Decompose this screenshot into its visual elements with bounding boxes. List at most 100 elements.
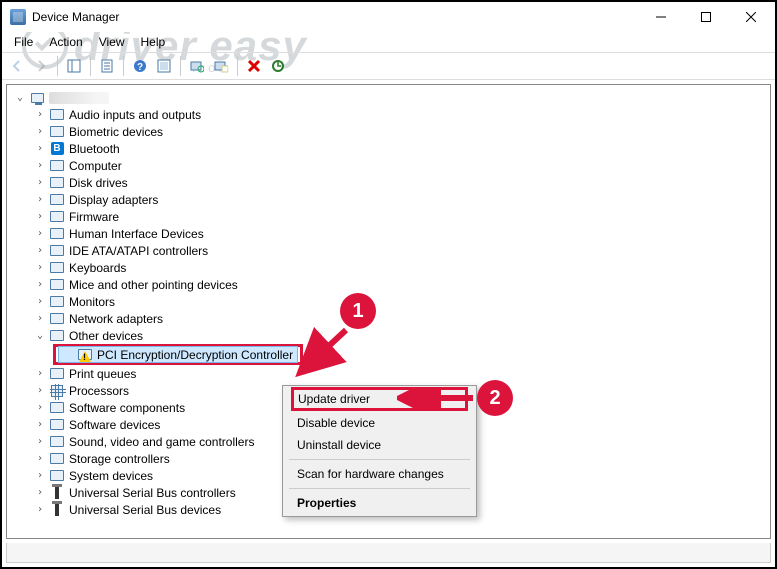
menu-separator <box>289 459 470 460</box>
tree-root[interactable]: ⌄ <box>13 89 770 106</box>
category-icon <box>49 328 65 344</box>
expand-icon[interactable]: › <box>33 176 47 190</box>
properties-button[interactable] <box>96 55 118 77</box>
expand-icon[interactable]: › <box>33 227 47 241</box>
annotation-bubble-2: 2 <box>477 380 513 416</box>
annotation-arrow-2 <box>397 390 477 410</box>
tree-category-human-interface-devices[interactable]: › Human Interface Devices <box>33 225 770 242</box>
category-label: Firmware <box>69 210 119 224</box>
expand-icon[interactable]: › <box>33 261 47 275</box>
action-button[interactable] <box>153 55 175 77</box>
menubar: File Action View Help <box>2 32 775 52</box>
expand-icon[interactable]: › <box>33 244 47 258</box>
maximize-button[interactable] <box>683 3 728 31</box>
tree-category-biometric-devices[interactable]: › Biometric devices <box>33 123 770 140</box>
annotation-label-1: 1 <box>352 300 363 323</box>
uninstall-button[interactable] <box>243 55 265 77</box>
expand-icon[interactable]: › <box>33 193 47 207</box>
tree-category-display-adapters[interactable]: › Display adapters <box>33 191 770 208</box>
category-icon <box>49 434 65 450</box>
highlight-box-1: › PCI Encryption/Decryption Controller <box>53 344 303 365</box>
category-label: Biometric devices <box>69 125 163 139</box>
expand-icon[interactable]: › <box>33 312 47 326</box>
expand-icon[interactable]: › <box>33 142 47 156</box>
annotation-label-2: 2 <box>489 387 500 410</box>
tree-category-network-adapters[interactable]: › Network adapters <box>33 310 770 327</box>
collapse-icon[interactable]: ⌄ <box>13 91 27 105</box>
tree-device-pci-encryption[interactable]: › PCI Encryption/Decryption Controller <box>58 346 298 363</box>
category-label: Monitors <box>69 295 115 309</box>
category-icon <box>49 311 65 327</box>
category-icon <box>49 451 65 467</box>
expand-icon[interactable]: › <box>33 452 47 466</box>
tree-category-ide-ata-atapi-controllers[interactable]: › IDE ATA/ATAPI controllers <box>33 242 770 259</box>
expand-icon[interactable]: › <box>33 486 47 500</box>
tree-category-audio-inputs-and-outputs[interactable]: › Audio inputs and outputs <box>33 106 770 123</box>
computer-icon <box>29 90 45 106</box>
category-label: Display adapters <box>69 193 158 207</box>
expand-icon[interactable]: › <box>33 435 47 449</box>
toolbar-separator <box>57 56 58 76</box>
tree-category-monitors[interactable]: › Monitors <box>33 293 770 310</box>
tree-category-other-devices[interactable]: ⌄ Other devices <box>33 327 770 344</box>
category-label: System devices <box>69 469 153 483</box>
tree-category-bluetooth[interactable]: › B Bluetooth <box>33 140 770 157</box>
menu-properties[interactable]: Properties <box>285 492 474 514</box>
expand-icon[interactable]: › <box>33 278 47 292</box>
expand-icon[interactable]: › <box>33 418 47 432</box>
menu-action[interactable]: Action <box>41 33 90 51</box>
category-icon <box>49 124 65 140</box>
menu-disable-device[interactable]: Disable device <box>285 412 474 434</box>
tree-category-computer[interactable]: › Computer <box>33 157 770 174</box>
expand-icon[interactable]: › <box>33 210 47 224</box>
expand-icon[interactable]: › <box>33 108 47 122</box>
scan-hardware-button[interactable] <box>186 55 208 77</box>
category-label: Keyboards <box>69 261 126 275</box>
update-driver-button[interactable] <box>267 55 289 77</box>
tree-category-mice-and-other-pointing-devices[interactable]: › Mice and other pointing devices <box>33 276 770 293</box>
toolbar-separator <box>123 56 124 76</box>
expand-icon[interactable]: › <box>33 367 47 381</box>
tree-category-firmware[interactable]: › Firmware <box>33 208 770 225</box>
svg-text:?: ? <box>137 62 143 73</box>
tree-category-keyboards[interactable]: › Keyboards <box>33 259 770 276</box>
category-icon <box>49 383 65 399</box>
menu-view[interactable]: View <box>91 33 133 51</box>
category-icon <box>49 158 65 174</box>
category-label: Universal Serial Bus controllers <box>69 486 236 500</box>
expand-icon[interactable]: › <box>33 125 47 139</box>
expand-icon[interactable]: › <box>33 469 47 483</box>
collapse-icon[interactable]: ⌄ <box>33 329 47 343</box>
category-label: IDE ATA/ATAPI controllers <box>69 244 208 258</box>
category-icon <box>49 226 65 242</box>
minimize-button[interactable] <box>638 3 683 31</box>
category-icon <box>49 260 65 276</box>
titlebar: Device Manager <box>2 2 775 32</box>
category-icon <box>49 175 65 191</box>
category-icon <box>49 107 65 123</box>
expand-icon[interactable]: › <box>33 401 47 415</box>
tree-category-print-queues[interactable]: › Print queues <box>33 365 770 382</box>
tree-category-disk-drives[interactable]: › Disk drives <box>33 174 770 191</box>
toolbar-separator <box>237 56 238 76</box>
annotation-bubble-1: 1 <box>340 293 376 329</box>
help-button[interactable]: ? <box>129 55 151 77</box>
category-icon <box>49 417 65 433</box>
menu-scan-hardware[interactable]: Scan for hardware changes <box>285 463 474 485</box>
expand-icon[interactable]: › <box>33 295 47 309</box>
menu-file[interactable]: File <box>6 33 41 51</box>
expand-icon[interactable]: › <box>33 384 47 398</box>
category-icon <box>49 502 65 518</box>
category-label: Network adapters <box>69 312 163 326</box>
close-button[interactable] <box>728 3 773 31</box>
show-hide-tree-button[interactable] <box>63 55 85 77</box>
add-legacy-button[interactable] <box>210 55 232 77</box>
menu-uninstall-device[interactable]: Uninstall device <box>285 434 474 456</box>
expand-icon[interactable]: › <box>33 159 47 173</box>
device-label: PCI Encryption/Decryption Controller <box>97 348 293 362</box>
menu-help[interactable]: Help <box>133 33 174 51</box>
expand-icon[interactable]: › <box>33 503 47 517</box>
category-label: Disk drives <box>69 176 128 190</box>
forward-button <box>30 55 52 77</box>
category-icon <box>49 485 65 501</box>
